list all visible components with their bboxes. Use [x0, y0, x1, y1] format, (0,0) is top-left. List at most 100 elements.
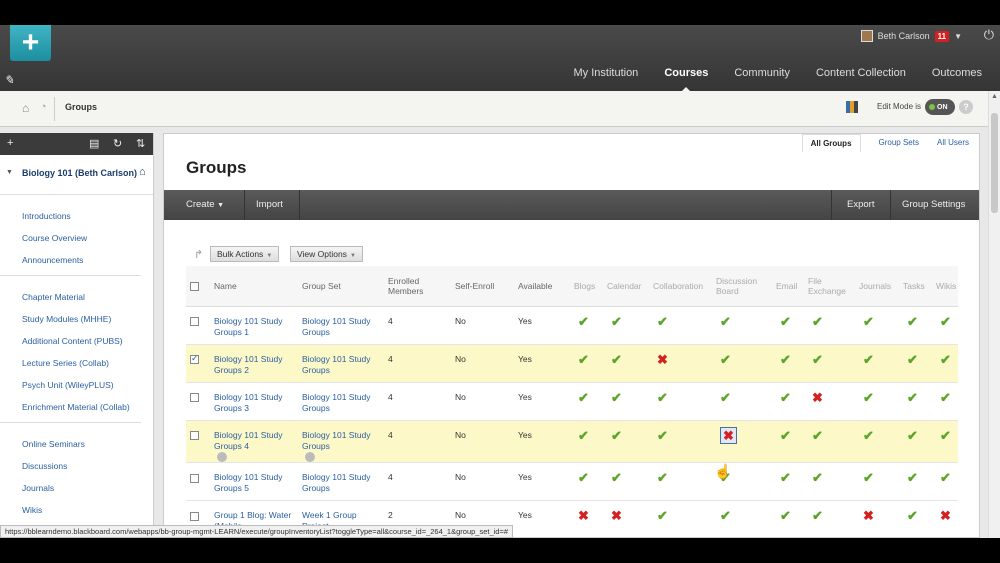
nav-item-outcomes[interactable]: Outcomes: [932, 67, 982, 79]
sidebar-item[interactable]: Enrichment Material (Collab): [22, 396, 141, 418]
check-icon[interactable]: ✔: [940, 428, 951, 443]
column-header-collaboration[interactable]: Collaboration: [649, 266, 712, 307]
tab-group-sets[interactable]: Group Sets: [879, 138, 919, 152]
sidebar-item[interactable]: Lecture Series (Collab): [22, 352, 141, 374]
column-header-discussion-board[interactable]: Discussion Board: [712, 266, 772, 307]
check-icon[interactable]: ✔: [657, 508, 668, 523]
tab-all-groups[interactable]: All Groups: [801, 134, 861, 152]
check-icon[interactable]: ✔: [863, 428, 874, 443]
home-icon[interactable]: ⌂: [22, 101, 29, 115]
check-icon[interactable]: ✔: [907, 428, 918, 443]
group-name-link[interactable]: Biology 101 Study Groups 4: [214, 430, 298, 452]
options-icon[interactable]: [217, 452, 227, 463]
x-icon[interactable]: ✖: [657, 352, 668, 367]
sidebar-item[interactable]: Wikis: [22, 499, 141, 521]
tab-all-users[interactable]: All Users: [937, 138, 969, 152]
column-header-name[interactable]: Name: [210, 266, 298, 307]
x-icon[interactable]: ✖: [611, 508, 622, 523]
pencil-icon[interactable]: ✎: [4, 73, 14, 87]
column-header-email[interactable]: Email: [772, 266, 804, 307]
column-header-wikis[interactable]: Wikis: [932, 266, 958, 307]
column-header-enrolled-members[interactable]: Enrolled Members: [384, 266, 451, 307]
collapse-triangle-icon[interactable]: ▼: [6, 169, 13, 176]
course-name[interactable]: Biology 101 (Beth Carlson): [22, 168, 137, 178]
x-icon[interactable]: ✖: [578, 508, 589, 523]
check-icon[interactable]: ✔: [780, 470, 791, 485]
sort-icon[interactable]: ⇅: [136, 137, 145, 150]
sidebar-item[interactable]: Psych Unit (WileyPLUS): [22, 374, 141, 396]
check-icon[interactable]: ✔: [720, 390, 731, 405]
sidebar-item[interactable]: Chapter Material: [22, 286, 141, 308]
row-checkbox[interactable]: [190, 316, 199, 326]
check-icon[interactable]: ✔: [657, 428, 668, 443]
select-all-checkbox[interactable]: [190, 281, 199, 291]
row-checkbox[interactable]: [190, 511, 199, 521]
check-icon[interactable]: ✔: [863, 470, 874, 485]
check-icon[interactable]: ✔: [940, 470, 951, 485]
sidebar-item[interactable]: Discussions: [22, 455, 141, 477]
check-icon[interactable]: ✔: [907, 352, 918, 367]
column-header-journals[interactable]: Journals: [855, 266, 899, 307]
scrollbar[interactable]: ▲: [988, 91, 1000, 538]
sidebar-item[interactable]: Online Seminars: [22, 433, 141, 455]
column-header-file-exchange[interactable]: File Exchange: [804, 266, 855, 307]
row-checkbox[interactable]: [190, 353, 199, 364]
group-name-link[interactable]: Biology 101 Study Groups 2: [214, 354, 298, 376]
export-button[interactable]: Export: [835, 190, 886, 220]
group-name-link[interactable]: Biology 101 Study Groups 1: [214, 316, 298, 338]
group-name-link[interactable]: Biology 101 Study Groups 3: [214, 392, 298, 414]
course-header[interactable]: ▼ Biology 101 (Beth Carlson) ⌂: [0, 155, 153, 195]
check-icon[interactable]: ✔: [812, 314, 823, 329]
check-icon[interactable]: ✔: [611, 352, 622, 367]
bulk-actions-button[interactable]: Bulk Actions ▼: [210, 246, 280, 262]
nav-item-courses[interactable]: Courses: [664, 67, 708, 93]
sidebar-item[interactable]: Course Overview: [22, 227, 141, 249]
options-icon[interactable]: [305, 452, 315, 463]
x-icon[interactable]: ✖: [720, 426, 737, 444]
create-button[interactable]: Create ▼: [174, 190, 236, 220]
check-icon[interactable]: ✔: [907, 508, 918, 523]
sidebar-item[interactable]: Introductions: [22, 205, 141, 227]
chevron-down-icon[interactable]: ▼: [954, 32, 962, 41]
check-icon[interactable]: ✔: [611, 428, 622, 443]
check-icon[interactable]: ✔: [812, 352, 823, 367]
check-icon[interactable]: ✔: [657, 390, 668, 405]
nav-item-community[interactable]: Community: [734, 67, 790, 79]
course-home-icon[interactable]: ⌂: [139, 166, 146, 178]
sidebar-item[interactable]: Additional Content (PUBS): [22, 330, 141, 352]
help-icon[interactable]: ?: [959, 100, 973, 114]
check-icon[interactable]: ✔: [720, 352, 731, 367]
power-icon[interactable]: ⏻: [984, 27, 994, 43]
check-icon[interactable]: ✔: [578, 352, 589, 367]
user-name[interactable]: Beth Carlson: [878, 31, 930, 41]
view-options-button[interactable]: View Options ▼: [290, 246, 363, 262]
check-icon[interactable]: ✔: [863, 352, 874, 367]
check-icon[interactable]: ✔: [578, 390, 589, 405]
check-icon[interactable]: ✔: [720, 314, 731, 329]
check-icon[interactable]: ✔: [940, 352, 951, 367]
x-icon[interactable]: ✖: [812, 390, 823, 405]
user-menu[interactable]: Beth Carlson 11 ▼: [860, 28, 962, 44]
check-icon[interactable]: ✔: [812, 508, 823, 523]
group-set-link[interactable]: Biology 101 Study Groups: [302, 392, 384, 414]
check-icon[interactable]: ✔: [940, 314, 951, 329]
check-icon[interactable]: ✔: [780, 390, 791, 405]
scroll-up-icon[interactable]: ▲: [991, 93, 998, 100]
group-set-link[interactable]: Biology 101 Study Groups: [302, 316, 384, 338]
add-icon[interactable]: +: [7, 137, 13, 149]
row-checkbox[interactable]: [190, 473, 199, 483]
palette-icon[interactable]: [846, 101, 858, 113]
add-plus-icon[interactable]: +: [10, 25, 51, 61]
check-icon[interactable]: ✔: [611, 390, 622, 405]
check-icon[interactable]: ✔: [720, 508, 731, 523]
column-header-available[interactable]: Available: [514, 266, 570, 307]
check-icon[interactable]: ✔: [907, 314, 918, 329]
x-icon[interactable]: ✖: [863, 508, 874, 523]
check-icon[interactable]: ✔: [780, 508, 791, 523]
column-header-calendar[interactable]: Calendar: [603, 266, 649, 307]
x-icon[interactable]: ✖: [940, 508, 951, 523]
edit-mode-toggle[interactable]: ON: [925, 99, 955, 115]
check-icon[interactable]: ✔: [611, 314, 622, 329]
check-icon[interactable]: ✔: [780, 428, 791, 443]
sidebar-item[interactable]: Study Modules (MHHE): [22, 308, 141, 330]
